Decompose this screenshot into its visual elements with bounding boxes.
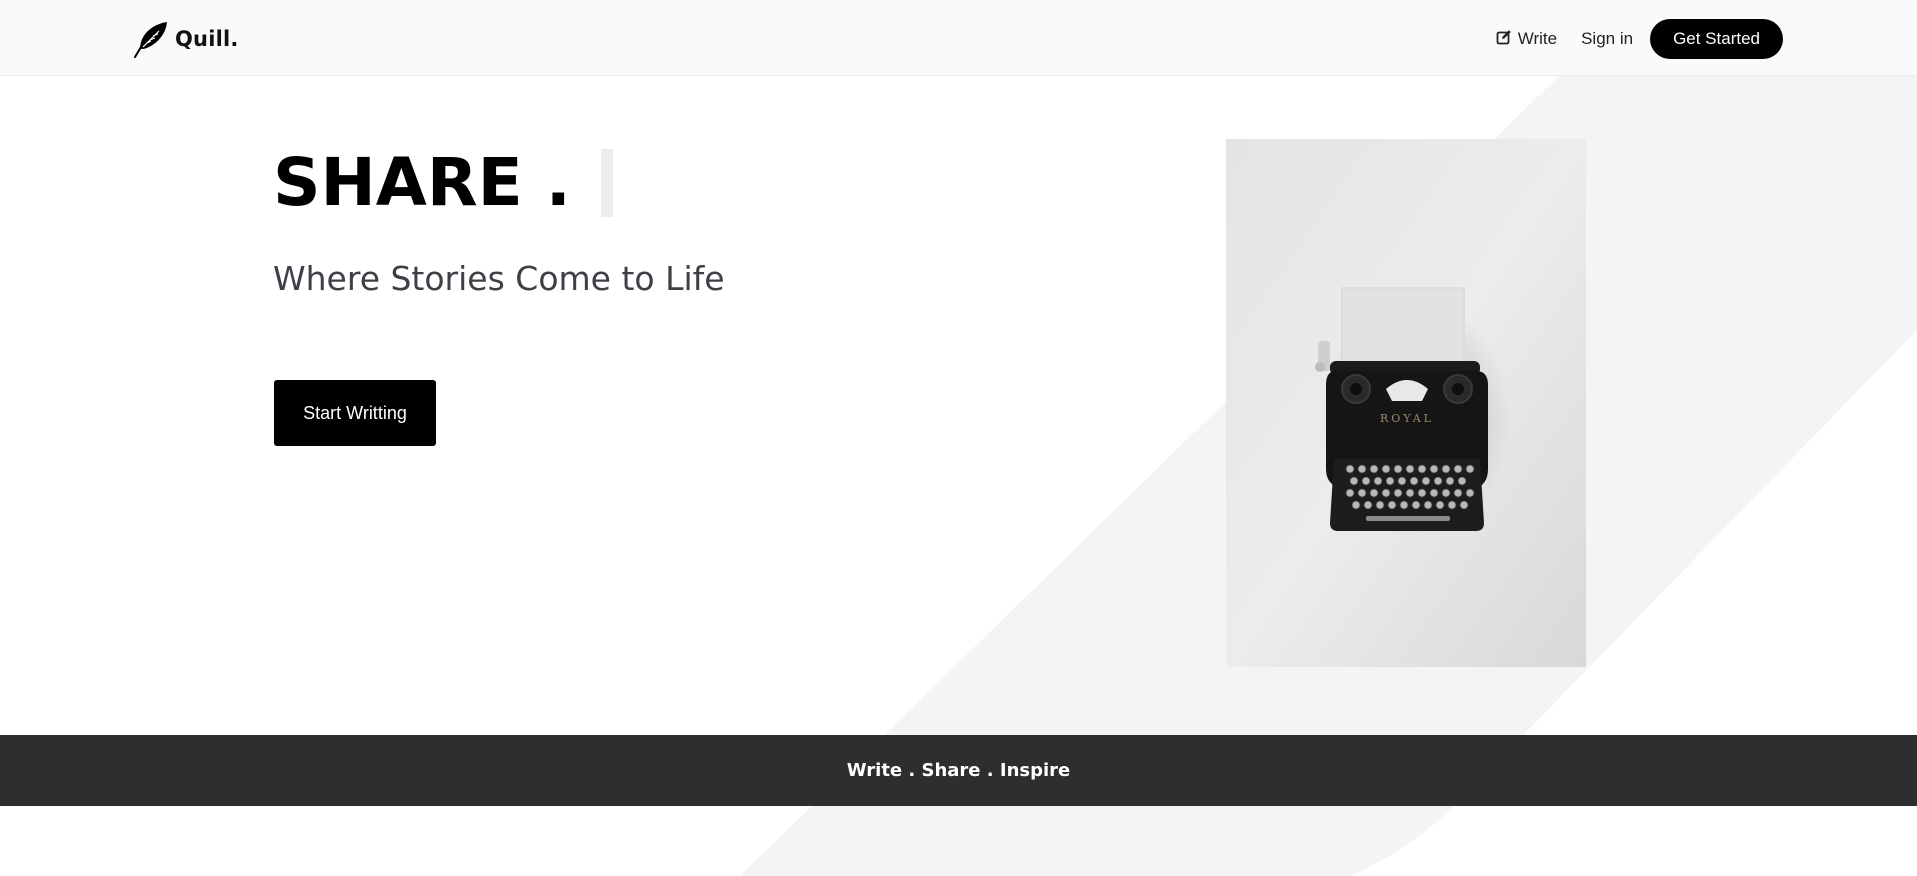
write-link[interactable]: Write — [1496, 29, 1557, 50]
write-link-label: Write — [1517, 29, 1558, 48]
landing-page: Quill. Write Sign in Get Started SHARE .… — [0, 0, 1917, 876]
hero-title-text: SHARE . — [273, 144, 571, 221]
sign-in-link[interactable]: Sign in — [1581, 29, 1633, 49]
brand-logo-link[interactable]: Quill. — [131, 19, 239, 59]
hero-title: SHARE . — [273, 140, 613, 226]
typewriter-brand-text: ROYAL — [1380, 412, 1434, 425]
feather-icon — [131, 19, 171, 59]
edit-icon — [1496, 29, 1512, 50]
typing-caret — [600, 149, 613, 217]
hero-subtitle: Where Stories Come to Life — [273, 259, 725, 298]
tagline-band: Write . Share . Inspire — [0, 735, 1917, 806]
get-started-button[interactable]: Get Started — [1650, 19, 1783, 59]
nav-actions: Write Sign in Get Started — [1496, 19, 1783, 59]
typewriter-image: ROYAL — [1226, 139, 1586, 667]
navbar: Quill. Write Sign in Get Started — [0, 0, 1917, 76]
start-writing-button[interactable]: Start Writting — [274, 380, 436, 446]
tagline-text: Write . Share . Inspire — [846, 760, 1071, 781]
brand-name: Quill. — [175, 27, 239, 51]
